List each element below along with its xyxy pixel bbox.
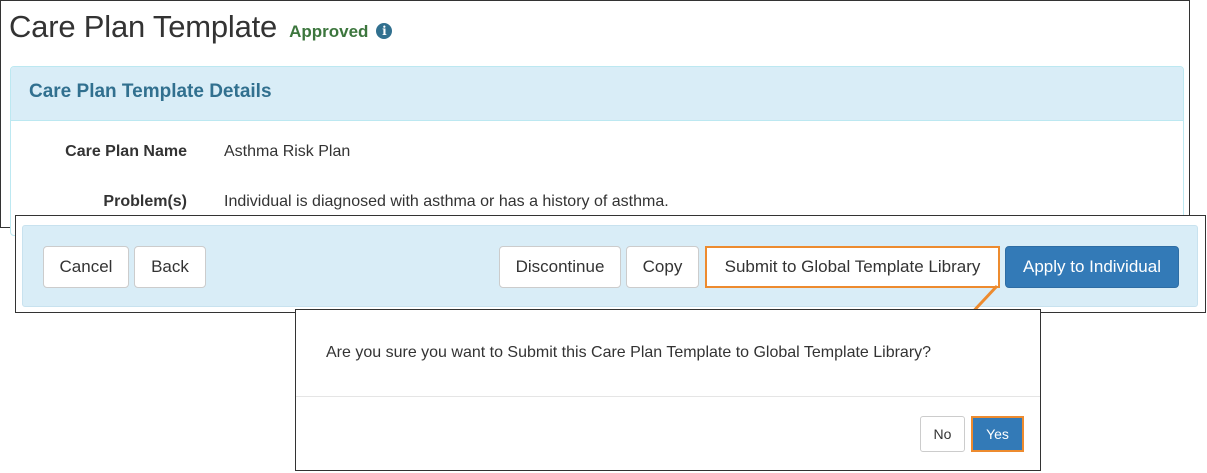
action-bar-window: Cancel Back Discontinue Copy Submit to G… — [15, 215, 1206, 313]
confirm-message: Are you sure you want to Submit this Car… — [326, 344, 932, 361]
copy-button[interactable]: Copy — [626, 246, 699, 288]
status-badge: Approved — [289, 22, 369, 41]
back-button[interactable]: Back — [134, 246, 206, 288]
info-circle-icon[interactable]: i — [376, 23, 393, 39]
cancel-button[interactable]: Cancel — [43, 246, 129, 288]
care-plan-template-window: Care Plan Template Approved i Care Plan … — [0, 0, 1190, 236]
problems-label: Problem(s) — [103, 193, 187, 210]
details-panel-title: Care Plan Template Details — [29, 81, 272, 102]
discontinue-button[interactable]: Discontinue — [499, 246, 621, 288]
apply-to-individual-button[interactable]: Apply to Individual — [1005, 246, 1179, 288]
page-header: Care Plan Template Approved i — [9, 9, 393, 45]
details-panel-heading: Care Plan Template Details — [11, 67, 1183, 121]
yes-button[interactable]: Yes — [971, 416, 1024, 452]
details-panel: Care Plan Template Details Care Plan Nam… — [10, 66, 1184, 236]
dialog-divider — [296, 396, 1040, 397]
page-title: Care Plan Template — [9, 9, 278, 44]
confirm-dialog: Are you sure you want to Submit this Car… — [295, 309, 1041, 471]
action-bar: Cancel Back Discontinue Copy Submit to G… — [22, 225, 1198, 307]
care-plan-name-value: Asthma Risk Plan — [224, 143, 351, 160]
problems-value: Individual is diagnosed with asthma or h… — [224, 193, 669, 210]
care-plan-name-label: Care Plan Name — [65, 143, 187, 160]
no-button[interactable]: No — [920, 416, 965, 452]
